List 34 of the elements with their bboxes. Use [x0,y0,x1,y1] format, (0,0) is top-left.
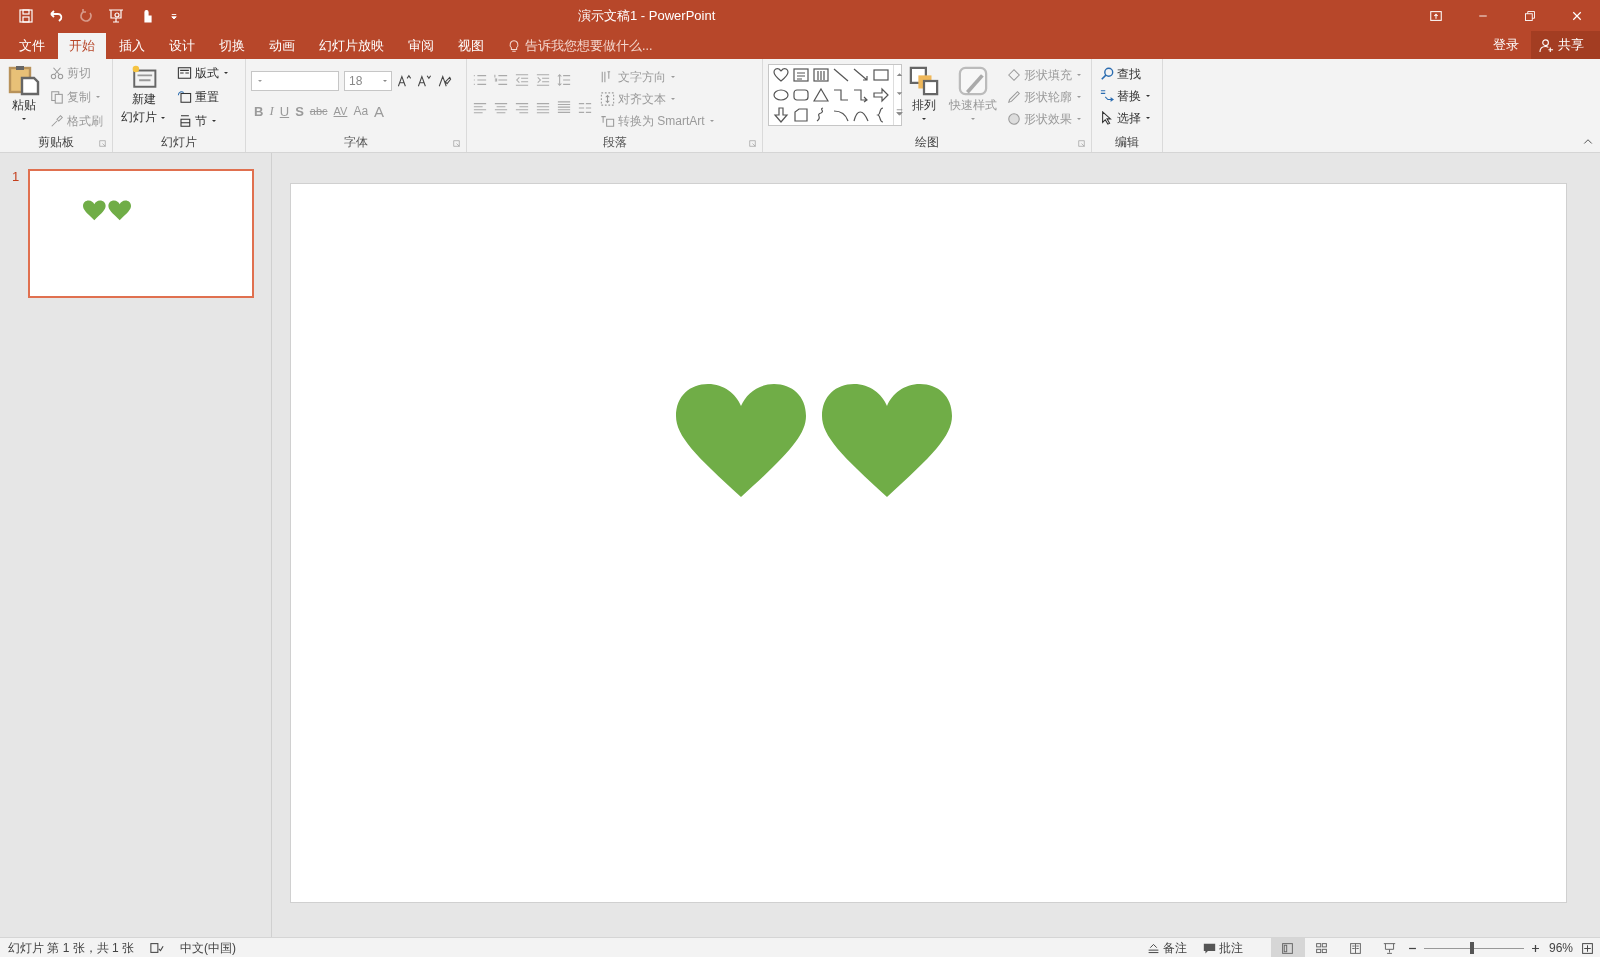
group-label: 绘图 [915,133,939,151]
ribbon-tab[interactable]: 视图 [447,33,495,59]
ribbon-tab[interactable]: 开始 [58,33,106,59]
slide-count: 幻灯片 第 1 张，共 1 张 [7,939,136,957]
zoom-level[interactable]: 96% [1540,941,1581,955]
window-title: 演示文稿1 - PowerPoint [578,7,716,23]
group-label: 幻灯片 [161,133,197,151]
group-label: 编辑 [1115,133,1139,151]
new-slide-button[interactable]: 新建 幻灯片 [118,62,170,132]
notes-button[interactable]: 备注 [1138,938,1195,957]
ribbon-tab[interactable]: 文件 [8,33,56,59]
language-indicator[interactable]: 中文(中国) [172,939,245,957]
group-label: 段落 [602,133,627,151]
ribbon-tab[interactable]: 幻灯片放映 [308,33,395,59]
ribbon-button[interactable]: 查找 [1097,63,1157,85]
tell-me-field[interactable]: 告诉我您想要做什么... [507,33,653,59]
ribbon-tab[interactable]: 动画 [258,33,306,59]
arrange-button[interactable]: 排列 [906,64,942,132]
ribbon-button[interactable]: 选择 [1097,107,1157,129]
ribbon-tab[interactable]: 切换 [208,33,256,59]
group-label: 字体 [344,133,368,151]
ribbon-tab[interactable]: 设计 [158,33,206,59]
share-button[interactable]: 共享 [1531,31,1600,59]
comments-button[interactable]: 批注 [1194,938,1251,957]
sign-in-link[interactable]: 登录 [1481,31,1531,59]
group-label: 剪贴板 [38,133,74,151]
slide-number: 1 [12,169,21,184]
ribbon-button[interactable]: 节 [174,110,233,132]
ribbon-button[interactable]: 重置 [174,86,233,108]
paste-button[interactable]: 粘贴 [5,62,43,132]
ribbon-tab[interactable]: 审阅 [397,33,445,59]
ribbon-button[interactable]: 版式 [174,62,233,84]
ribbon-button[interactable]: 替换 [1097,85,1157,107]
ribbon-tab[interactable]: 插入 [108,33,156,59]
